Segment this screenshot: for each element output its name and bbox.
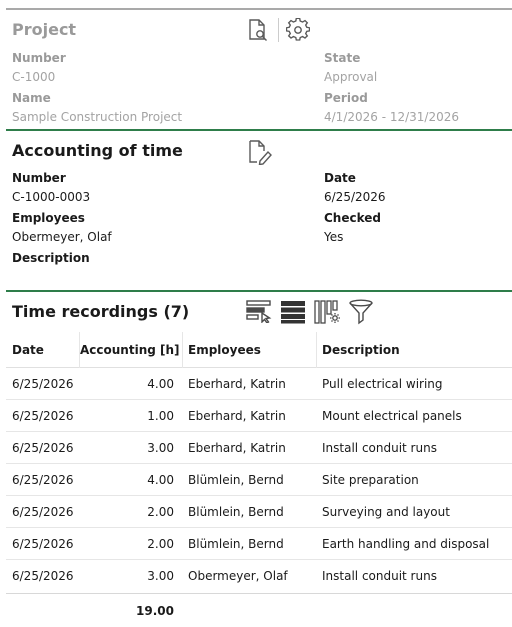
table-header: Date Accounting [h] Employees Descriptio… bbox=[6, 332, 512, 368]
cell-employee: Eberhard, Katrin bbox=[188, 441, 286, 455]
project-section: Project Number C-1000 State Approval Nam… bbox=[6, 10, 512, 129]
accounting-date-label: Date bbox=[324, 171, 356, 185]
cell-description: Install conduit runs bbox=[322, 569, 437, 583]
cell-employee: Blümlein, Bernd bbox=[188, 505, 284, 519]
cell-hours: 4.00 bbox=[147, 473, 174, 487]
cell-description: Pull electrical wiring bbox=[322, 377, 443, 391]
table-row[interactable]: 6/25/2026 3.00 Obermeyer, Olaf Install c… bbox=[6, 560, 512, 592]
cell-hours: 3.00 bbox=[147, 569, 174, 583]
filter-icon[interactable] bbox=[348, 299, 374, 325]
cell-date: 6/25/2026 bbox=[12, 473, 74, 487]
project-name-value: Sample Construction Project bbox=[12, 110, 183, 124]
column-separator[interactable] bbox=[316, 332, 317, 368]
cell-date: 6/25/2026 bbox=[12, 441, 74, 455]
column-separator[interactable] bbox=[182, 332, 183, 368]
cell-hours: 2.00 bbox=[147, 505, 174, 519]
total-hours: 19.00 bbox=[136, 604, 174, 618]
cell-employee: Obermeyer, Olaf bbox=[188, 569, 288, 583]
cell-hours: 4.00 bbox=[147, 377, 174, 391]
table-row[interactable]: 6/25/2026 1.00 Eberhard, Katrin Mount el… bbox=[6, 400, 512, 432]
table-row[interactable]: 6/25/2026 4.00 Eberhard, Katrin Pull ele… bbox=[6, 368, 512, 400]
edit-document-icon[interactable] bbox=[246, 139, 272, 165]
total-divider bbox=[6, 593, 512, 594]
project-state-label: State bbox=[324, 51, 361, 65]
column-header-date[interactable]: Date bbox=[12, 332, 44, 368]
project-number-value: C-1000 bbox=[12, 70, 56, 84]
cell-hours: 3.00 bbox=[147, 441, 174, 455]
cell-description: Mount electrical panels bbox=[322, 409, 462, 423]
accounting-description-label: Description bbox=[12, 251, 90, 265]
cell-date: 6/25/2026 bbox=[12, 409, 74, 423]
accounting-section: Accounting of time Number C-1000-0003 Da… bbox=[6, 131, 512, 290]
cell-employee: Blümlein, Bernd bbox=[188, 537, 284, 551]
table-row[interactable]: 6/25/2026 4.00 Blümlein, Bernd Site prep… bbox=[6, 464, 512, 496]
project-title: Project bbox=[12, 20, 77, 39]
select-row-icon[interactable] bbox=[246, 299, 272, 323]
table-row[interactable]: 6/25/2026 3.00 Eberhard, Katrin Install … bbox=[6, 432, 512, 464]
accounting-date-value: 6/25/2026 bbox=[324, 190, 386, 204]
list-view-icon[interactable] bbox=[280, 300, 306, 324]
cell-hours: 1.00 bbox=[147, 409, 174, 423]
cell-description: Site preparation bbox=[322, 473, 419, 487]
cell-date: 6/25/2026 bbox=[12, 537, 74, 551]
cell-employee: Eberhard, Katrin bbox=[188, 409, 286, 423]
project-name-label: Name bbox=[12, 91, 51, 105]
cell-description: Install conduit runs bbox=[322, 441, 437, 455]
project-period-label: Period bbox=[324, 91, 368, 105]
accounting-title: Accounting of time bbox=[12, 141, 183, 160]
cell-employee: Blümlein, Bernd bbox=[188, 473, 284, 487]
column-header-description[interactable]: Description bbox=[322, 332, 400, 368]
accounting-checked-value: Yes bbox=[324, 230, 344, 244]
accounting-checked-label: Checked bbox=[324, 211, 381, 225]
time-recordings-title: Time recordings (7) bbox=[12, 302, 190, 321]
accounting-number-value: C-1000-0003 bbox=[12, 190, 91, 204]
document-search-icon[interactable] bbox=[246, 18, 270, 42]
project-period-value: 4/1/2026 - 12/31/2026 bbox=[324, 110, 460, 124]
cell-hours: 2.00 bbox=[147, 537, 174, 551]
table-row[interactable]: 6/25/2026 2.00 Blümlein, Bernd Surveying… bbox=[6, 496, 512, 528]
time-recordings-table: Date Accounting [h] Employees Descriptio… bbox=[6, 332, 512, 592]
cell-date: 6/25/2026 bbox=[12, 505, 74, 519]
cell-date: 6/25/2026 bbox=[12, 377, 74, 391]
table-row[interactable]: 6/25/2026 2.00 Blümlein, Bernd Earth han… bbox=[6, 528, 512, 560]
accounting-employees-label: Employees bbox=[12, 211, 85, 225]
gear-icon[interactable] bbox=[286, 18, 310, 42]
column-header-employees[interactable]: Employees bbox=[188, 332, 261, 368]
column-settings-icon[interactable] bbox=[314, 299, 342, 325]
cell-employee: Eberhard, Katrin bbox=[188, 377, 286, 391]
column-header-accounting[interactable]: Accounting [h] bbox=[80, 332, 180, 368]
project-state-value: Approval bbox=[324, 70, 378, 84]
cell-date: 6/25/2026 bbox=[12, 569, 74, 583]
time-recordings-section: Time recordings (7) Date Accounting [h] … bbox=[6, 292, 512, 627]
icon-divider bbox=[278, 18, 279, 42]
cell-description: Surveying and layout bbox=[322, 505, 450, 519]
cell-description: Earth handling and disposal bbox=[322, 537, 490, 551]
accounting-number-label: Number bbox=[12, 171, 66, 185]
project-number-label: Number bbox=[12, 51, 66, 65]
accounting-employees-value: Obermeyer, Olaf bbox=[12, 230, 112, 244]
